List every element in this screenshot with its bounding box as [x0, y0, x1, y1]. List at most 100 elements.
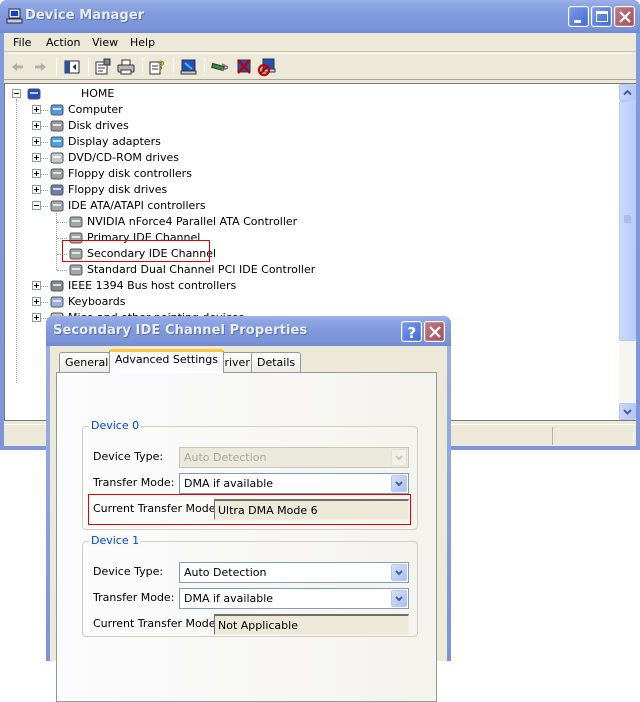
toolbar-separator [173, 58, 174, 76]
forward-button[interactable] [30, 57, 50, 77]
device0-transfer-mode-value: DMA if available [184, 477, 274, 490]
scroll-down-button[interactable] [619, 403, 636, 420]
chevron-down-icon [395, 570, 403, 576]
menu-view[interactable]: View [92, 36, 118, 49]
device0-device-type-select[interactable]: Auto Detection [179, 447, 409, 468]
collapse-toggle[interactable] [12, 89, 21, 98]
device0-transfer-mode-select[interactable]: DMA if available [179, 473, 409, 494]
device1-group-label: Device 1 [89, 534, 142, 547]
svg-text:?: ? [408, 324, 417, 342]
show-hide-console-tree-icon [64, 60, 80, 74]
dropdown-arrow [391, 590, 407, 607]
status-pane [552, 427, 634, 445]
scan-hardware-button[interactable] [179, 57, 199, 77]
tree-connector [40, 286, 48, 287]
tree-connector [57, 270, 67, 271]
expand-toggle[interactable] [32, 137, 41, 146]
tree-connector [40, 142, 48, 143]
toolbar-separator [204, 58, 205, 76]
update-driver-button[interactable] [210, 57, 230, 77]
expand-toggle[interactable] [32, 281, 41, 290]
expand-toggle[interactable] [32, 121, 41, 130]
uninstall-button[interactable] [234, 57, 254, 77]
ide-channel-icon [69, 216, 83, 228]
keyboard-icon [50, 296, 64, 308]
chevron-down-icon [395, 481, 403, 487]
tree-connector [16, 99, 17, 383]
menu-action[interactable]: Action [46, 36, 80, 49]
dropdown-arrow [391, 449, 407, 466]
tree-device-label: Standard Dual Channel PCI IDE Controller [87, 263, 316, 276]
toolbar: ? [4, 53, 636, 80]
collapse-toggle[interactable] [32, 201, 41, 210]
tab-advanced-settings[interactable]: Advanced Settings [109, 349, 224, 373]
expand-toggle[interactable] [32, 153, 41, 162]
tree-category-label: IDE ATA/ATAPI controllers [68, 199, 206, 212]
expand-toggle[interactable] [32, 105, 41, 114]
ide-channel-icon [69, 264, 83, 276]
tree-vertical-scrollbar[interactable] [619, 84, 636, 420]
tree-category-label: Floppy disk drives [68, 183, 168, 196]
device1-transfer-mode-select[interactable]: DMA if available [179, 588, 409, 609]
expand-toggle[interactable] [32, 169, 41, 178]
device1-current-mode-field: Not Applicable [214, 614, 409, 635]
window-title: Device Manager [25, 8, 145, 23]
update-driver-icon [211, 62, 229, 72]
highlight-box-selected-device [62, 240, 210, 262]
floppy-controller-icon [50, 168, 64, 180]
tree-category-label: DVD/CD-ROM drives [68, 151, 179, 164]
uninstall-icon [237, 59, 251, 74]
toolbar-separator [142, 58, 143, 76]
expand-toggle[interactable] [32, 313, 41, 322]
minimize-icon [574, 20, 581, 23]
dialog-title-bar[interactable]: Secondary IDE Channel Properties ? [46, 316, 451, 346]
back-arrow-icon [12, 63, 23, 71]
expand-toggle[interactable] [32, 185, 41, 194]
menu-file[interactable]: File [13, 36, 31, 49]
device1-current-mode-label: Current Transfer Mode: [93, 617, 220, 630]
close-button[interactable] [614, 6, 635, 27]
tab-details[interactable]: Details [251, 352, 302, 372]
minimize-button[interactable] [568, 6, 589, 27]
highlight-box-current-mode [88, 494, 411, 525]
close-icon [429, 326, 441, 338]
maximize-icon [596, 11, 608, 22]
chevron-down-icon [395, 455, 403, 461]
tree-connector [57, 238, 67, 239]
tab-general[interactable]: General [59, 352, 115, 372]
close-icon [619, 11, 631, 23]
scroll-thumb[interactable] [619, 101, 636, 341]
dialog-close-button[interactable] [424, 321, 445, 342]
print-button[interactable] [116, 57, 136, 77]
tree-category-label: Display adapters [68, 135, 161, 148]
tree-connector [57, 222, 67, 223]
menu-bar: File Action View Help [4, 33, 636, 52]
dvd-drive-icon [50, 152, 64, 164]
scan-hardware-changes-icon [180, 59, 197, 75]
show-hide-tree-button[interactable] [62, 57, 82, 77]
maximize-button[interactable] [591, 6, 612, 27]
properties-button[interactable] [93, 57, 113, 77]
properties-icon [95, 58, 111, 75]
help-button[interactable]: ? [401, 321, 422, 342]
device0-device-type-label: Device Type: [93, 450, 164, 463]
tree-connector [56, 211, 57, 270]
menu-help[interactable]: Help [130, 36, 155, 49]
device0-transfer-mode-label: Transfer Mode: [93, 476, 175, 489]
device-manager-app-icon [6, 8, 23, 24]
properties-dialog: Secondary IDE Channel Properties ? Gener… [46, 316, 451, 702]
disable-device-button[interactable] [257, 57, 277, 77]
tree-connector [40, 158, 48, 159]
device1-transfer-mode-label: Transfer Mode: [93, 591, 175, 604]
help-button[interactable]: ? [147, 57, 167, 77]
expand-toggle[interactable] [32, 297, 41, 306]
chevron-up-icon [623, 89, 632, 96]
toolbar-separator [88, 58, 89, 76]
ide-controller-icon [50, 200, 64, 212]
title-bar[interactable]: Device Manager [0, 0, 640, 33]
device1-device-type-select[interactable]: Auto Detection [179, 562, 409, 583]
device1-device-type-value: Auto Detection [184, 566, 267, 579]
scroll-up-button[interactable] [619, 84, 636, 101]
disk-drive-icon [50, 120, 64, 132]
back-button[interactable] [8, 57, 28, 77]
